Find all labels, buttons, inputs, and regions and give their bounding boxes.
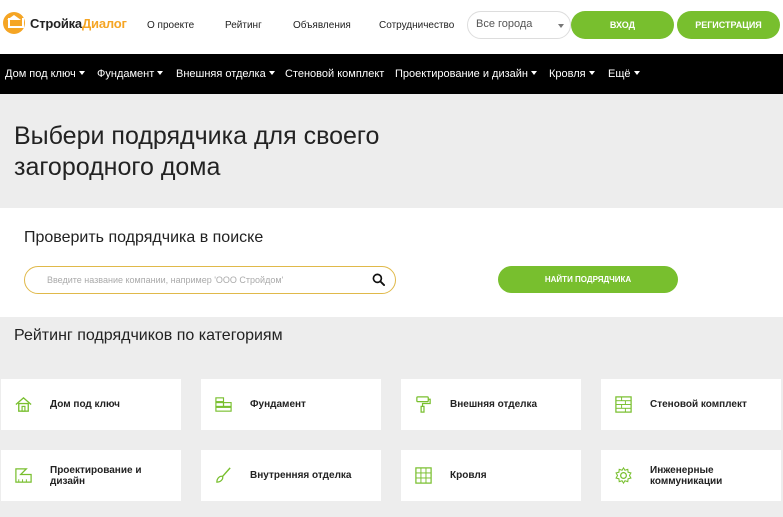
nav-item-turnkey[interactable]: Дом под ключ: [5, 68, 85, 80]
search-heading: Проверить подрядчика в поиске: [24, 229, 264, 246]
category-label: Стеновой комплект: [650, 399, 747, 410]
category-interior[interactable]: Внутренняя отделка: [201, 450, 381, 501]
nav-item-design[interactable]: Проектирование и дизайн: [395, 68, 537, 80]
site-logo[interactable]: СтройкаДиалог: [3, 12, 127, 34]
category-label: Внешняя отделка: [450, 399, 538, 410]
chevron-down-icon: [78, 71, 85, 75]
hero-title: Выбери подрядчика для своего загородного …: [14, 122, 380, 181]
roof-tiles-icon: [415, 467, 432, 484]
chevron-down-icon: [531, 71, 537, 75]
ratings-title: Рейтинг подрядчиков по категориям: [14, 327, 283, 344]
login-button[interactable]: ВХОД: [571, 11, 674, 39]
chevron-down-icon: [157, 71, 164, 75]
category-foundation[interactable]: Фундамент: [201, 379, 381, 430]
nav-item-wall-kit[interactable]: Стеновой комплект: [285, 68, 384, 80]
city-select[interactable]: Все города: [467, 11, 571, 39]
top-header: СтройкаДиалог О проекте Рейтинг Объявлен…: [0, 0, 783, 54]
category-label: Внутренняя отделка: [250, 470, 352, 481]
chevron-down-icon: [588, 71, 595, 75]
register-button[interactable]: РЕГИСТРАЦИЯ: [677, 11, 780, 39]
brush-icon: [216, 467, 231, 483]
category-engineering[interactable]: Инженерные коммуникации: [601, 450, 781, 501]
category-label: Дом под ключ: [50, 399, 120, 410]
category-design[interactable]: Проектирование и дизайн: [1, 450, 181, 501]
search-box[interactable]: [24, 266, 396, 294]
category-exterior[interactable]: Внешняя отделка: [401, 379, 581, 430]
search-icon[interactable]: [372, 273, 385, 286]
ruler-icon: [15, 468, 32, 483]
nav-item-roofing[interactable]: Кровля: [549, 68, 595, 80]
category-label: Фундамент: [250, 399, 306, 410]
house-icon: [15, 396, 32, 412]
category-turnkey[interactable]: Дом под ключ: [1, 379, 181, 430]
link-cooperation[interactable]: Сотрудничество: [379, 20, 454, 31]
bricks-icon: [215, 397, 232, 412]
link-about[interactable]: О проекте: [147, 20, 194, 31]
category-label: Проектирование и дизайн: [50, 464, 142, 487]
chevron-down-icon: [558, 24, 564, 28]
search-card: Проверить подрядчика в поиске: [0, 208, 783, 317]
nav-item-foundation[interactable]: Фундамент: [97, 68, 164, 80]
chevron-down-icon: [633, 71, 640, 75]
category-roofing[interactable]: Кровля: [401, 450, 581, 501]
nav-item-more[interactable]: Ещё: [608, 68, 640, 80]
city-select-value: Все города: [476, 18, 533, 30]
link-rating[interactable]: Рейтинг: [225, 20, 262, 31]
gear-icon: [615, 466, 632, 485]
chevron-down-icon: [268, 71, 275, 75]
nav-item-exterior[interactable]: Внешняя отделка: [176, 68, 275, 80]
find-contractor-button[interactable]: НАЙТИ ПОДРЯДЧИКА: [498, 266, 678, 293]
main-nav: Дом под ключ Фундамент Внешняя отделка С…: [0, 54, 783, 94]
category-wall-kit[interactable]: Стеновой комплект: [601, 379, 781, 430]
logo-icon: [3, 12, 25, 34]
category-label: Инженерные коммуникации: [650, 464, 723, 487]
wall-icon: [615, 396, 632, 413]
link-ads[interactable]: Объявления: [293, 20, 351, 31]
paint-roller-icon: [416, 396, 431, 413]
category-label: Кровля: [450, 470, 487, 481]
logo-text: СтройкаДиалог: [30, 15, 127, 31]
search-input[interactable]: [25, 267, 355, 293]
